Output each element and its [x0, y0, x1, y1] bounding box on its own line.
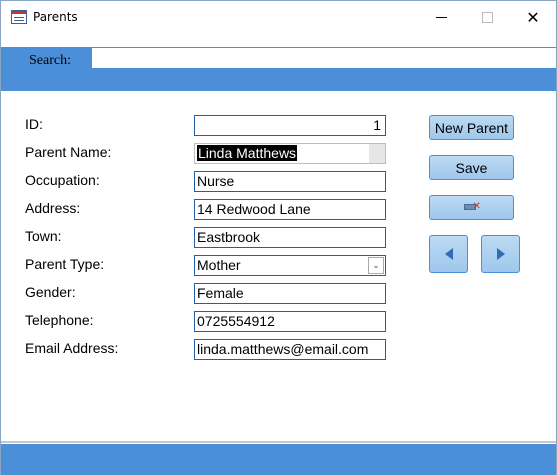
next-record-button[interactable] [481, 235, 520, 273]
title-bar: Parents ✕ [1, 1, 556, 33]
next-arrow-icon [496, 248, 505, 260]
minimize-button[interactable] [418, 1, 464, 33]
search-input[interactable] [91, 47, 556, 69]
gender-field[interactable]: Female [194, 283, 386, 304]
search-label: Search: [29, 53, 71, 68]
parent-type-value: Mother [197, 257, 241, 273]
town-field[interactable]: Eastbrook [194, 227, 386, 248]
address-field[interactable]: 14 Redwood Lane [194, 199, 386, 220]
id-label: ID: [25, 116, 43, 132]
occupation-value: Nurse [197, 173, 235, 189]
form-icon [11, 10, 27, 24]
parent-type-combobox[interactable]: Mother ⌄ [194, 255, 386, 276]
id-value: 1 [373, 117, 381, 133]
new-parent-button[interactable]: New Parent [429, 115, 514, 140]
field-scroll-shade [369, 144, 385, 163]
footer-bar [1, 444, 556, 475]
header-band [1, 69, 556, 91]
new-parent-label: New Parent [434, 119, 509, 136]
window-title: Parents [33, 10, 78, 24]
save-button[interactable]: Save [429, 155, 514, 180]
delete-record-button[interactable]: ✕ [429, 195, 514, 220]
occupation-field[interactable]: Nurse [194, 171, 386, 192]
town-value: Eastbrook [197, 229, 261, 245]
telephone-field[interactable]: 0725554912 [194, 311, 386, 332]
address-label: Address: [25, 200, 81, 216]
previous-record-button[interactable] [429, 235, 468, 273]
maximize-icon [481, 11, 493, 23]
gender-value: Female [197, 285, 244, 301]
email-value: linda.matthews@email.com [197, 341, 369, 357]
town-label: Town: [25, 228, 62, 244]
occupation-label: Occupation: [25, 172, 100, 188]
minimize-icon [435, 16, 447, 18]
email-field[interactable]: linda.matthews@email.com [194, 339, 386, 360]
close-button[interactable]: ✕ [510, 1, 556, 33]
parent-name-field[interactable]: Linda Matthews [194, 143, 386, 164]
address-value: 14 Redwood Lane [197, 201, 311, 217]
parent-name-value: Linda Matthews [197, 145, 298, 161]
close-icon: ✕ [526, 7, 540, 27]
maximize-button[interactable] [464, 1, 510, 33]
telephone-value: 0725554912 [197, 313, 275, 329]
chevron-down-icon[interactable]: ⌄ [368, 257, 384, 274]
footer-divider [1, 441, 556, 443]
parents-window: Parents ✕ Search: ID: Parent Name: Occup… [0, 0, 557, 475]
gender-label: Gender: [25, 284, 76, 300]
id-field[interactable]: 1 [194, 115, 386, 136]
delete-record-icon: ✕ [463, 201, 481, 213]
email-label: Email Address: [25, 340, 119, 356]
parent-type-label: Parent Type: [25, 256, 105, 272]
parent-name-label: Parent Name: [25, 144, 112, 160]
save-label: Save [455, 159, 488, 176]
search-header: Search: [1, 47, 556, 91]
previous-arrow-icon [444, 248, 453, 260]
telephone-label: Telephone: [25, 312, 94, 328]
